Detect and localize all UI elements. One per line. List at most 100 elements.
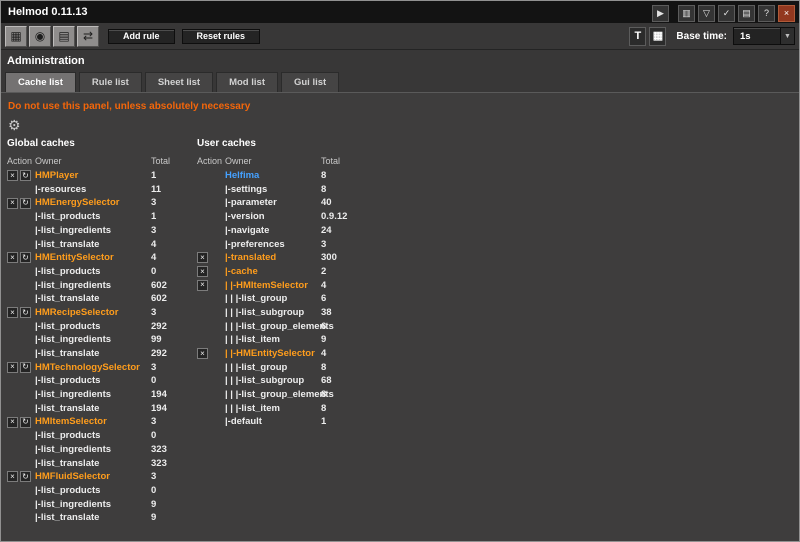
chart-icon: ▦: [10, 30, 21, 42]
owner-cell: | |-HMItemSelector: [225, 281, 321, 291]
owner-cell: |-list_ingredients: [35, 445, 151, 455]
total-cell: 3: [151, 363, 195, 373]
add-rule-button[interactable]: Add rule: [108, 29, 175, 44]
calculator-button[interactable]: ▦: [649, 27, 666, 46]
owner-cell: |-list_products: [35, 322, 151, 332]
owner-cell: |-list_ingredients: [35, 500, 151, 510]
close-icon: ×: [200, 350, 205, 358]
delete-cache-button[interactable]: ×: [7, 471, 18, 482]
delete-cache-button[interactable]: ×: [197, 348, 208, 359]
cache-tables: Global cachesActionOwnerTotal×↻HMPlayer1…: [7, 138, 793, 525]
refresh-cache-button[interactable]: ↻: [20, 252, 31, 263]
delete-cache-button[interactable]: ×: [197, 252, 208, 263]
run-button[interactable]: ▶: [652, 5, 669, 22]
table-row: |-list_products292: [7, 320, 195, 334]
reset-rules-button[interactable]: Reset rules: [182, 29, 261, 44]
filter-button[interactable]: ▽: [698, 5, 715, 22]
close-icon: ×: [200, 268, 205, 276]
table-row: |-settings8: [197, 183, 397, 197]
refresh-cache-button[interactable]: ↻: [20, 417, 31, 428]
table-row: |-preferences3: [197, 237, 397, 251]
table-row: |-list_translate292: [7, 347, 195, 361]
tab-gui-list[interactable]: Gui list: [281, 72, 339, 92]
owner-cell: |-default: [225, 417, 321, 427]
tab-cache-list[interactable]: Cache list: [5, 72, 76, 92]
refresh-cache-button[interactable]: ↻: [20, 198, 31, 209]
table-row: |-list_ingredients323: [7, 443, 195, 457]
table-row: × |-cache2: [197, 265, 397, 279]
help-button[interactable]: ?: [758, 5, 775, 22]
close-button[interactable]: ×: [778, 5, 795, 22]
tab-rule-list[interactable]: Rule list: [79, 72, 142, 92]
exchange-button[interactable]: ⇄: [77, 26, 99, 47]
refresh-cache-button[interactable]: ↻: [20, 170, 31, 181]
table-row: ×| |-HMEntitySelector4: [197, 347, 397, 361]
refresh-icon: ↻: [22, 199, 29, 207]
delete-cache-button[interactable]: ×: [197, 280, 208, 291]
production-button[interactable]: ▦: [5, 26, 27, 47]
delete-cache-button[interactable]: ×: [7, 362, 18, 373]
table-row: ×↻HMRecipeSelector3: [7, 306, 195, 320]
table-row: ×↻HMEntitySelector4: [7, 251, 195, 265]
table-row: |-list_ingredients194: [7, 388, 195, 402]
refresh-cache-button[interactable]: ↻: [20, 471, 31, 482]
apply-button[interactable]: ✓: [718, 5, 735, 22]
owner-cell: |-list_translate: [35, 513, 151, 523]
owner-cell: |-list_ingredients: [35, 390, 151, 400]
owner-cell: |-parameter: [225, 198, 321, 208]
delete-cache-button[interactable]: ×: [7, 170, 18, 181]
table-row: ×↻HMFluidSelector3: [7, 470, 195, 484]
sheet-button[interactable]: ▤: [53, 26, 75, 47]
table-row: |-list_products0: [7, 265, 195, 279]
toolbar-left-icons: ▦ ◉▤⇄: [5, 26, 101, 47]
owner-cell: |-cache: [225, 267, 321, 277]
total-cell: 602: [151, 294, 195, 304]
cache-list-panel: Do not use this panel, unless absolutely…: [1, 92, 799, 541]
delete-cache-button[interactable]: ×: [7, 307, 18, 318]
delete-cache-button[interactable]: ×: [197, 266, 208, 277]
table-row: |-default1: [197, 415, 397, 429]
tab-mod-list[interactable]: Mod list: [216, 72, 278, 92]
table-row: ×↻HMPlayer1: [7, 169, 195, 183]
delete-cache-button[interactable]: ×: [7, 252, 18, 263]
total-cell: 2: [321, 267, 397, 277]
table-row: |-list_products1: [7, 210, 195, 224]
panels-button[interactable]: ▥: [678, 5, 695, 22]
owner-cell: | | |-list_group: [225, 363, 321, 373]
total-cell: 4: [321, 281, 397, 291]
total-cell: 602: [151, 281, 195, 291]
column-header: Owner: [225, 157, 321, 166]
total-cell: 9: [151, 500, 195, 510]
action-cell: ×↻: [7, 198, 35, 209]
table-row: |-list_products0: [7, 429, 195, 443]
table-row: |-list_ingredients99: [7, 333, 195, 347]
refresh-cache-button[interactable]: ↻: [20, 362, 31, 373]
chevron-down-icon: ▼: [780, 28, 794, 44]
column-header: Total: [321, 157, 397, 166]
total-cell: 3: [151, 472, 195, 482]
owner-cell: | | |-list_item: [225, 335, 321, 345]
total-cell: 3: [151, 308, 195, 318]
action-cell: ×: [197, 348, 225, 359]
refresh-cache-button[interactable]: ↻: [20, 307, 31, 318]
delete-cache-button[interactable]: ×: [7, 198, 18, 209]
table-title: Global caches: [7, 138, 195, 154]
table-row: | | |-list_subgroup38: [197, 306, 397, 320]
settings-button[interactable]: ⚙: [8, 118, 21, 132]
total-cell: 40: [321, 198, 397, 208]
base-time-dropdown[interactable]: 1s ▼: [733, 27, 795, 45]
total-cell: 0: [151, 486, 195, 496]
action-cell: ×↻: [7, 307, 35, 318]
helmod-window: Helmod 0.11.13 ▶▥▽✓▤?× ▦◉▤⇄ Add rule Res…: [0, 0, 800, 542]
delete-cache-button[interactable]: ×: [7, 417, 18, 428]
owner-cell: |-list_translate: [35, 240, 151, 250]
text-mode-button[interactable]: T: [629, 27, 646, 46]
owner-cell: Helfima: [225, 171, 321, 181]
energy-button[interactable]: ◉: [29, 26, 51, 47]
tab-sheet-list[interactable]: Sheet list: [145, 72, 213, 92]
pin-button[interactable]: ▤: [738, 5, 755, 22]
total-cell: 3: [321, 240, 397, 250]
close-icon: ×: [10, 172, 15, 180]
table-row: |-version0.9.12: [197, 210, 397, 224]
close-icon: ×: [10, 199, 15, 207]
